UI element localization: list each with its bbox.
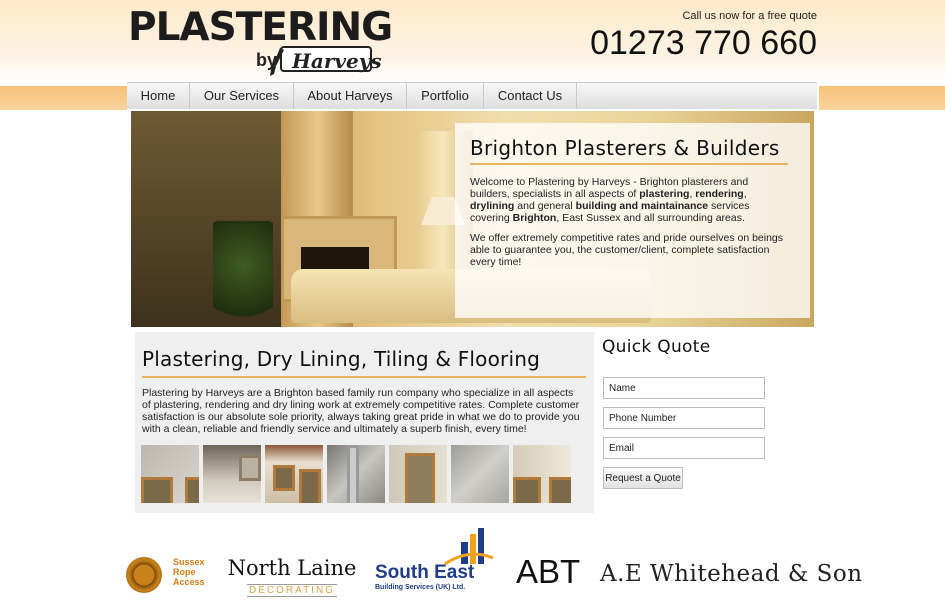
logo-harveys-text: Harveys <box>292 49 382 73</box>
gallery-thumb-5[interactable] <box>389 445 447 503</box>
gallery-thumb-6[interactable] <box>451 445 509 503</box>
gallery-thumb-3[interactable] <box>265 445 323 503</box>
call-us-text: Call us now for a free quote <box>682 10 817 22</box>
south-east-sub: Building Services (UK) Ltd. <box>375 584 466 591</box>
services-title-rule <box>142 376 586 378</box>
partner-south-east[interactable]: South East Building Services (UK) Ltd. <box>375 528 495 593</box>
nav-home[interactable]: Home <box>127 83 190 109</box>
sussex-rope-line-2: Rope <box>173 567 196 577</box>
partner-north-laine[interactable]: North Laine DECORATING <box>226 556 358 597</box>
partner-abt[interactable]: ABT <box>516 553 580 591</box>
quote-email-field[interactable] <box>603 437 765 459</box>
phone-number[interactable]: 01273 770 660 <box>590 24 817 63</box>
sussex-rope-line-1: Sussex <box>173 557 205 567</box>
gallery-thumb-7[interactable] <box>513 445 571 503</box>
main-nav: Home Our Services About Harveys Portfoli… <box>127 82 817 109</box>
hero-rates-paragraph: We offer extremely competitive rates and… <box>470 232 784 268</box>
hero-bold-drylining: drylining <box>470 200 515 212</box>
north-laine-sub: DECORATING <box>247 584 337 597</box>
partner-sussex-rope-access[interactable]: Sussex Rope Access <box>126 555 216 593</box>
request-quote-button[interactable]: Request a Quote <box>603 467 683 489</box>
nav-portfolio[interactable]: Portfolio <box>407 83 484 109</box>
nav-our-services[interactable]: Our Services <box>190 83 294 109</box>
hero-text: , <box>743 188 747 200</box>
hero-intro-paragraph: Welcome to Plastering by Harveys - Brigh… <box>470 176 790 224</box>
quote-name-field[interactable] <box>603 377 765 399</box>
north-laine-main: North Laine <box>227 556 357 580</box>
south-east-building-icon <box>444 528 494 566</box>
paintbrush-icon <box>270 48 284 76</box>
logo-wordmark: PLASTERING <box>128 5 393 50</box>
hero-text: and general <box>514 200 576 212</box>
services-paragraph: Plastering by Harveys are a Brighton bas… <box>142 387 580 435</box>
hero-plant <box>213 221 273 327</box>
sussex-rope-seal-icon <box>126 557 162 593</box>
gallery-thumb-1[interactable] <box>141 445 199 503</box>
hero-bold-plastering: plastering <box>639 188 690 200</box>
south-east-main: South East <box>375 562 475 583</box>
sussex-rope-line-3: Access <box>173 577 205 587</box>
hero-title: Brighton Plasterers & Builders <box>470 136 780 160</box>
site-header: PLASTERING by Harveys Call us now for a … <box>0 0 945 86</box>
logo-harveys-box: Harveys <box>280 46 382 73</box>
site-logo[interactable]: PLASTERING by Harveys <box>128 6 393 78</box>
services-title: Plastering, Dry Lining, Tiling & Floorin… <box>142 347 540 371</box>
gallery-thumbnails <box>141 445 571 503</box>
hero-bold-rendering: rendering <box>695 188 744 200</box>
quote-phone-field[interactable] <box>603 407 765 429</box>
hero-bold-building: building and maintainance <box>575 200 709 212</box>
gallery-thumb-4[interactable] <box>327 445 385 503</box>
hero-bold-brighton: Brighton <box>512 212 557 224</box>
nav-contact-us[interactable]: Contact Us <box>484 83 577 109</box>
quick-quote-title: Quick Quote <box>602 337 711 357</box>
sussex-rope-text: Sussex Rope Access <box>173 557 205 587</box>
hero-title-rule <box>470 163 788 165</box>
gallery-thumb-2[interactable] <box>203 445 261 503</box>
hero-text: , East Sussex and all surrounding areas. <box>556 212 745 224</box>
partner-ae-whitehead[interactable]: A.E Whitehead & Son <box>600 561 863 587</box>
nav-about-harveys[interactable]: About Harveys <box>294 83 407 109</box>
